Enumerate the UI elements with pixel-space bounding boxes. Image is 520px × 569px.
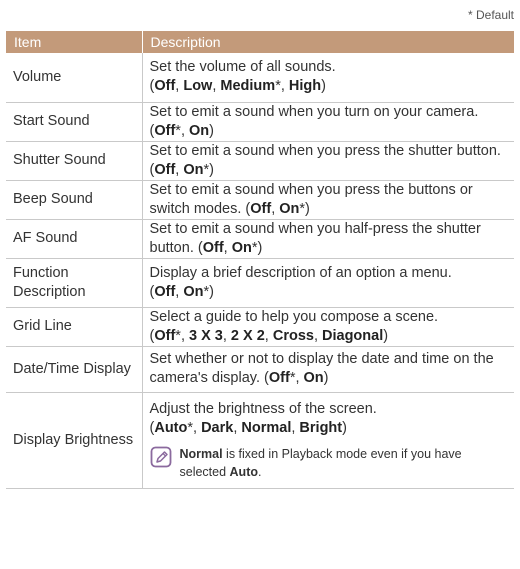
option-value: Cross [272, 327, 314, 344]
option-value: On [189, 122, 210, 139]
setting-options: (Off, On*) [149, 283, 214, 300]
option-value: Off [202, 239, 224, 256]
option-value: Diagonal [322, 327, 384, 344]
option-value: On [183, 161, 204, 178]
setting-description-cell: Set to emit a sound when you half-press … [142, 219, 514, 259]
option-value: 2 X 2 [230, 327, 265, 344]
default-marker: * [175, 327, 181, 344]
option-value: Off [154, 327, 176, 344]
setting-options: (Off, On*) [197, 239, 263, 256]
setting-name: Start Sound [6, 102, 143, 142]
note-text: Normal is fixed in Playback mode even if… [180, 445, 511, 481]
table-row: Beep Sound Set to emit a sound when you p… [6, 180, 514, 220]
table-row: Volume Set the volume of all sounds. (Off,… [6, 53, 514, 103]
option-value: High [288, 78, 322, 95]
note-end: . [258, 464, 262, 479]
setting-name: Beep Sound [6, 180, 143, 220]
table-header-row: Item Description [6, 31, 514, 53]
setting-description-cell: Display a brief description of an option… [142, 258, 514, 308]
table-row: Function Description Display a brief desc… [6, 258, 514, 308]
table-row: Display Brightness Adjust the brightness … [6, 392, 514, 489]
setting-description: Set to emit a sound when you turn on you… [149, 103, 479, 120]
table-row: Date/Time Display Set whether or not to d… [6, 346, 514, 393]
setting-description-cell: Set the volume of all sounds. (Off, Low, … [142, 53, 514, 103]
option-value: Off [268, 370, 290, 386]
option-value: Auto [154, 419, 188, 436]
setting-options: (Off, On*) [149, 161, 214, 178]
option-value: Off [250, 200, 272, 217]
header-description: Description [142, 31, 514, 53]
setting-description: Adjust the brightness of the screen. [149, 400, 377, 417]
option-value: Off [154, 283, 176, 300]
option-value: Low [183, 78, 213, 95]
setting-name: Date/Time Display [6, 346, 143, 393]
option-value: On [303, 370, 324, 386]
default-marker: * [203, 161, 210, 178]
table-row: Start Sound Set to emit a sound when you … [6, 102, 514, 142]
setting-name: Grid Line [6, 307, 143, 347]
option-value: 3 X 3 [189, 327, 223, 344]
setting-description-cell: Set to emit a sound when you turn on you… [142, 102, 514, 142]
setting-description-cell: Adjust the brightness of the screen. (Aut… [142, 392, 514, 489]
setting-description: Set the volume of all sounds. [149, 59, 336, 76]
setting-description: Set to emit a sound when you press the s… [149, 142, 501, 159]
setting-description: Select a guide to help you compose a sce… [149, 308, 439, 325]
setting-options: (Off, Low, Medium*, High) [149, 78, 326, 95]
setting-description-cell: Select a guide to help you compose a sce… [142, 307, 514, 347]
setting-options: (Off*, 3 X 3, 2 X 2, Cross, Diagonal) [149, 327, 389, 344]
setting-name: Function Description [6, 258, 143, 308]
setting-options: (Off*, On) [264, 370, 329, 386]
setting-description-cell: Set to emit a sound when you press the b… [142, 180, 514, 220]
header-item: Item [6, 31, 143, 53]
default-marker: * [251, 239, 258, 256]
note-middle: is fixed in Playback mode even if you ha… [179, 446, 462, 479]
setting-description-cell: Set to emit a sound when you press the s… [142, 141, 514, 181]
default-marker: * [203, 283, 210, 300]
option-value: On [279, 200, 300, 217]
default-marker: * [289, 370, 296, 386]
default-marker: * [299, 200, 306, 217]
note-bold-end: Auto [229, 464, 258, 479]
table-row: Shutter Sound Set to emit a sound when yo… [6, 141, 514, 181]
setting-options: (Off, On*) [245, 200, 310, 217]
settings-table: Item Description Volume Set the volume of… [6, 31, 514, 489]
setting-description: Set to emit a sound when you press the b… [149, 181, 473, 217]
setting-options: (Off*, On) [149, 122, 214, 139]
setting-options: (Auto*, Dark, Normal, Bright) [149, 419, 347, 436]
note-pencil-icon [150, 446, 171, 467]
option-value: Off [154, 78, 176, 95]
table-row: Grid Line Select a guide to help you comp… [6, 307, 514, 347]
default-footnote: * Default [467, 8, 514, 22]
default-marker: * [275, 78, 281, 95]
option-value: Normal [241, 419, 292, 436]
default-marker: * [187, 419, 194, 436]
setting-description: Display a brief description of an option… [149, 264, 452, 281]
note-bold-start: Normal [179, 446, 223, 461]
option-value: On [183, 283, 204, 300]
setting-name: Volume [6, 53, 143, 103]
setting-name: Shutter Sound [6, 141, 143, 181]
option-value: Medium [220, 78, 276, 95]
default-marker: * [175, 122, 181, 139]
option-value: On [231, 239, 252, 256]
option-value: Dark [201, 419, 234, 436]
option-value: Bright [299, 419, 343, 436]
setting-name: Display Brightness [6, 392, 143, 489]
setting-description-cell: Set whether or not to display the date a… [142, 346, 514, 393]
note-box: Normal is fixed in Playback mode even if… [150, 445, 511, 481]
setting-name: AF Sound [6, 219, 143, 259]
option-value: Off [154, 161, 176, 178]
option-value: Off [154, 122, 176, 139]
table-row: AF Sound Set to emit a sound when you hal… [6, 219, 514, 259]
